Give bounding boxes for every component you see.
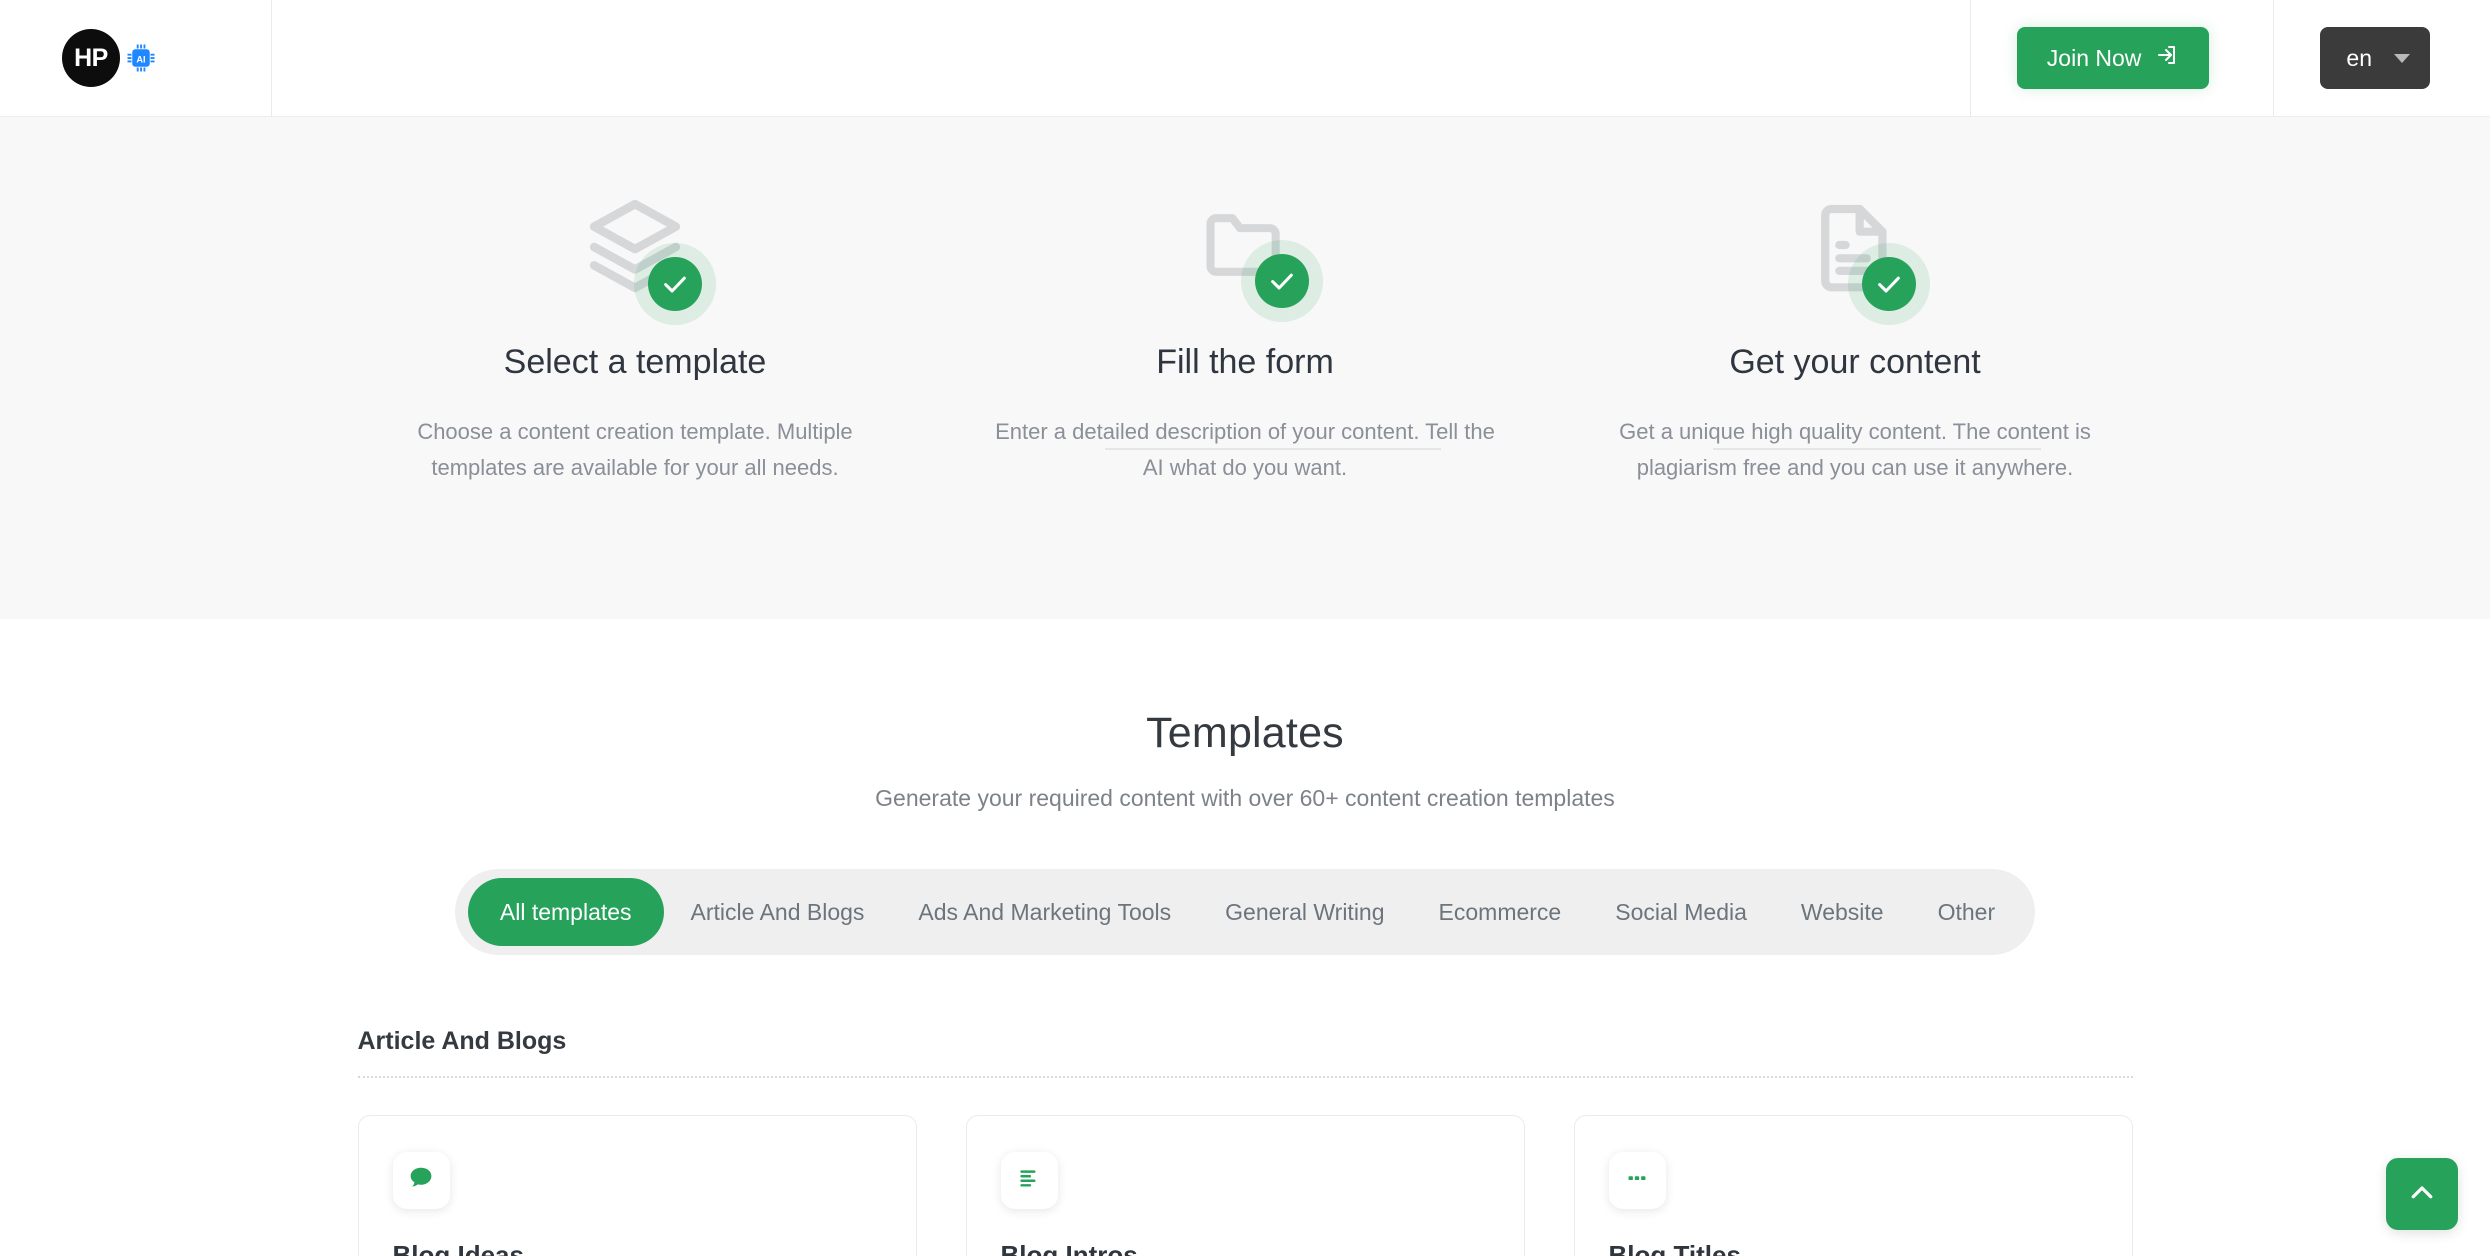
- chat-bubble-icon: [407, 1164, 435, 1197]
- step-description: Choose a content creation template. Mult…: [385, 414, 885, 485]
- step-icon-box: [355, 183, 915, 311]
- group-heading: Article And Blogs: [358, 1027, 2133, 1078]
- template-card-blog-ideas[interactable]: Blog Ideas Article/blog ideas that you c…: [358, 1115, 917, 1256]
- tab-social-media[interactable]: Social Media: [1588, 878, 1774, 946]
- header-spacer: [272, 0, 1970, 117]
- login-arrow-icon: [2155, 43, 2179, 73]
- check-badge-icon: [1862, 257, 1916, 311]
- template-category-tabs: All templates Article And Blogs Ads And …: [455, 869, 2035, 955]
- template-card-blog-titles[interactable]: Blog Titles Nobody wants to read boring …: [1574, 1115, 2133, 1256]
- step-description: Enter a detailed description of your con…: [995, 414, 1495, 485]
- tab-other[interactable]: Other: [1911, 878, 2023, 946]
- step-description: Get a unique high quality content. The c…: [1605, 414, 2105, 485]
- chevron-up-icon: [2407, 1178, 2437, 1211]
- logo-mark: HP: [62, 29, 120, 87]
- header-logo-cell: HP: [0, 0, 272, 117]
- card-title: Blog Titles: [1609, 1240, 2098, 1256]
- header-actions: Join Now en: [1970, 0, 2490, 117]
- tab-website[interactable]: Website: [1774, 878, 1911, 946]
- language-selector-label: en: [2346, 45, 2372, 72]
- page-subtitle: Generate your required content with over…: [0, 785, 2490, 812]
- join-now-label: Join Now: [2047, 45, 2142, 72]
- card-icon-wrapper: [1001, 1152, 1058, 1209]
- svg-text:AI: AI: [136, 54, 145, 64]
- tab-ecommerce[interactable]: Ecommerce: [1412, 878, 1589, 946]
- check-badge-icon: [648, 257, 702, 311]
- language-selector-button[interactable]: en: [2320, 27, 2430, 89]
- brand-logo[interactable]: HP: [62, 29, 156, 87]
- scroll-to-top-button[interactable]: [2386, 1158, 2458, 1230]
- tab-general-writing[interactable]: General Writing: [1198, 878, 1411, 946]
- page-title: Templates: [0, 709, 2490, 758]
- templates-section: Templates Generate your required content…: [0, 619, 2490, 1256]
- ai-chip-icon: AI: [126, 43, 156, 73]
- card-icon-wrapper: [1609, 1152, 1666, 1209]
- step-get-your-content: Get your content Get a unique high quali…: [1575, 183, 2135, 485]
- template-card-blog-intros[interactable]: Blog Intros Enticing article/blog introd…: [966, 1115, 1525, 1256]
- card-title: Blog Ideas: [393, 1240, 882, 1256]
- card-icon-wrapper: [393, 1152, 450, 1209]
- header-join-cell: Join Now: [1970, 0, 2275, 117]
- step-icon-box: [1575, 183, 2135, 311]
- step-icon-box: [965, 183, 1525, 311]
- step-fill-the-form: Fill the form Enter a detailed descripti…: [965, 183, 1525, 485]
- chevron-down-icon: [2394, 54, 2410, 63]
- header-lang-cell: en: [2274, 0, 2490, 117]
- step-title: Select a template: [355, 343, 915, 382]
- tab-all-templates[interactable]: All templates: [468, 878, 664, 946]
- check-badge-icon: [1255, 254, 1309, 308]
- text-lines-icon: [1016, 1165, 1042, 1196]
- step-title: Get your content: [1575, 343, 2135, 382]
- join-now-button[interactable]: Join Now: [2017, 27, 2210, 89]
- card-title: Blog Intros: [1001, 1240, 1490, 1256]
- step-select-template: Select a template Choose a content creat…: [355, 183, 915, 485]
- site-header: HP: [0, 0, 2490, 117]
- how-it-works-section: Select a template Choose a content creat…: [0, 117, 2490, 619]
- step-title: Fill the form: [965, 343, 1525, 382]
- ellipsis-icon: [1624, 1165, 1650, 1196]
- tab-ads-and-marketing-tools[interactable]: Ads And Marketing Tools: [891, 878, 1198, 946]
- template-cards-grid: Blog Ideas Article/blog ideas that you c…: [358, 1115, 2133, 1256]
- template-group-article-and-blogs: Article And Blogs Blog Ideas Article/blo…: [358, 1027, 2133, 1256]
- steps-container: Select a template Choose a content creat…: [355, 183, 2135, 485]
- tab-article-and-blogs[interactable]: Article And Blogs: [664, 878, 892, 946]
